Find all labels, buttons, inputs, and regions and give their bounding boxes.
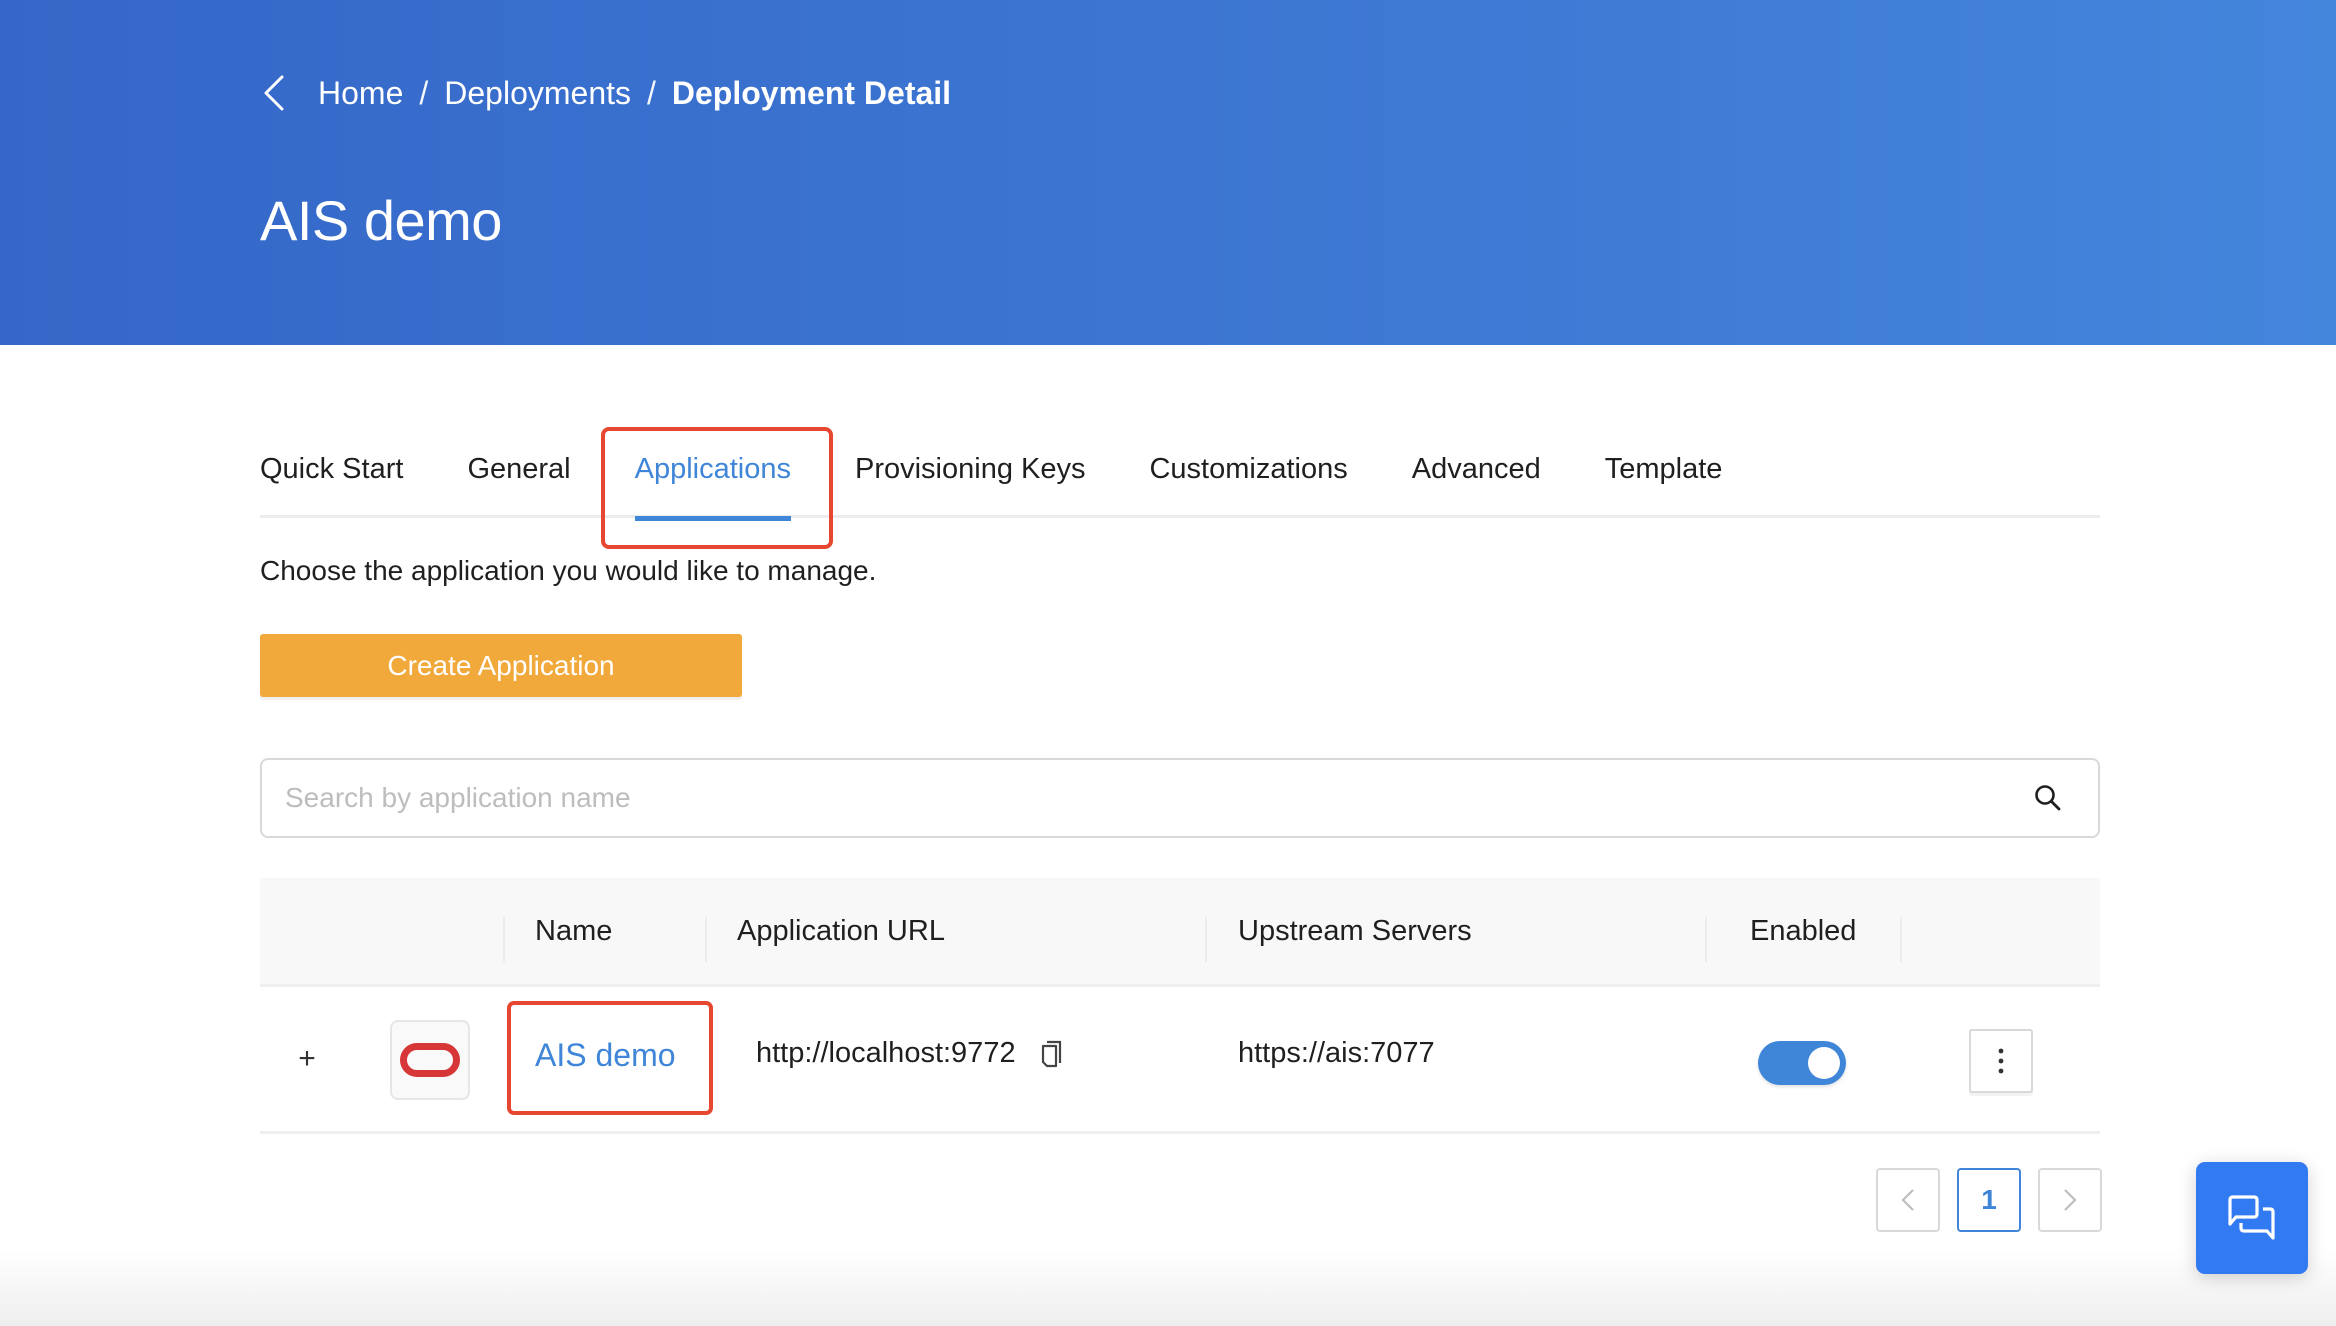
column-divider	[1900, 917, 1902, 962]
application-url-cell: http://localhost:9772	[756, 1037, 1064, 1070]
toggle-knob	[1808, 1047, 1840, 1079]
more-vertical-icon	[1998, 1048, 2004, 1074]
upstream-servers: https://ais:7077	[1238, 1037, 1435, 1069]
tab-template[interactable]: Template	[1605, 430, 1723, 518]
tab-applications[interactable]: Applications	[634, 430, 792, 521]
search-input[interactable]	[262, 782, 2018, 814]
tab-bar: Quick Start General Applications Provisi…	[260, 430, 2100, 521]
column-divider	[705, 917, 707, 962]
page-title: AIS demo	[260, 189, 502, 252]
copy-icon[interactable]	[1040, 1039, 1064, 1069]
application-logo	[390, 1020, 470, 1100]
column-header-application-url: Application URL	[737, 915, 945, 947]
search-box	[260, 758, 2100, 838]
table-header: Name Application URL Upstream Servers En…	[260, 878, 2100, 987]
next-page-button[interactable]	[2038, 1168, 2102, 1232]
search-icon[interactable]	[2018, 768, 2078, 828]
column-header-upstream-servers: Upstream Servers	[1238, 915, 1472, 947]
breadcrumb-deployments[interactable]: Deployments	[444, 75, 631, 112]
enabled-toggle[interactable]	[1758, 1041, 1846, 1085]
column-header-enabled: Enabled	[1750, 915, 1857, 947]
column-divider	[1705, 917, 1707, 962]
column-divider	[503, 917, 505, 962]
chevron-left-icon	[1901, 1189, 1914, 1211]
column-divider	[1205, 917, 1207, 962]
column-header-name: Name	[535, 915, 613, 947]
chat-button[interactable]	[2196, 1162, 2308, 1274]
expand-row-button[interactable]: +	[298, 1042, 316, 1075]
breadcrumb: Home / Deployments / Deployment Detail	[262, 70, 951, 116]
table-row: + AIS demo http://localhost:9772 https:/…	[260, 987, 2100, 1134]
chat-icon	[2228, 1195, 2275, 1240]
applications-table: Name Application URL Upstream Servers En…	[260, 878, 2100, 1134]
page-description: Choose the application you would like to…	[260, 555, 877, 586]
tab-provisioning-keys[interactable]: Provisioning Keys	[855, 430, 1086, 518]
row-actions-button[interactable]	[1969, 1029, 2033, 1093]
tab-quick-start[interactable]: Quick Start	[260, 430, 403, 518]
tab-general[interactable]: General	[467, 430, 570, 518]
page-button-current[interactable]: 1	[1957, 1168, 2021, 1232]
tab-customizations[interactable]: Customizations	[1149, 430, 1347, 518]
breadcrumb-separator: /	[647, 74, 656, 111]
breadcrumb-deployment-detail: Deployment Detail	[671, 74, 952, 111]
application-url: http://localhost:9772	[756, 1037, 1016, 1069]
bottom-fade	[0, 1250, 2336, 1326]
chevron-right-icon	[2064, 1189, 2077, 1211]
create-application-button[interactable]: Create Application	[260, 634, 742, 697]
breadcrumb-separator: /	[419, 74, 429, 111]
page-header: Home / Deployments / Deployment Detail A…	[0, 0, 2336, 345]
breadcrumb-home[interactable]: Home	[318, 75, 403, 112]
pagination: 1	[1876, 1168, 2102, 1232]
chevron-left-icon[interactable]	[262, 73, 294, 113]
oracle-logo-icon	[400, 1043, 460, 1077]
application-name-link[interactable]: AIS demo	[535, 1037, 676, 1074]
previous-page-button[interactable]	[1876, 1168, 1940, 1232]
tab-advanced[interactable]: Advanced	[1412, 430, 1541, 518]
